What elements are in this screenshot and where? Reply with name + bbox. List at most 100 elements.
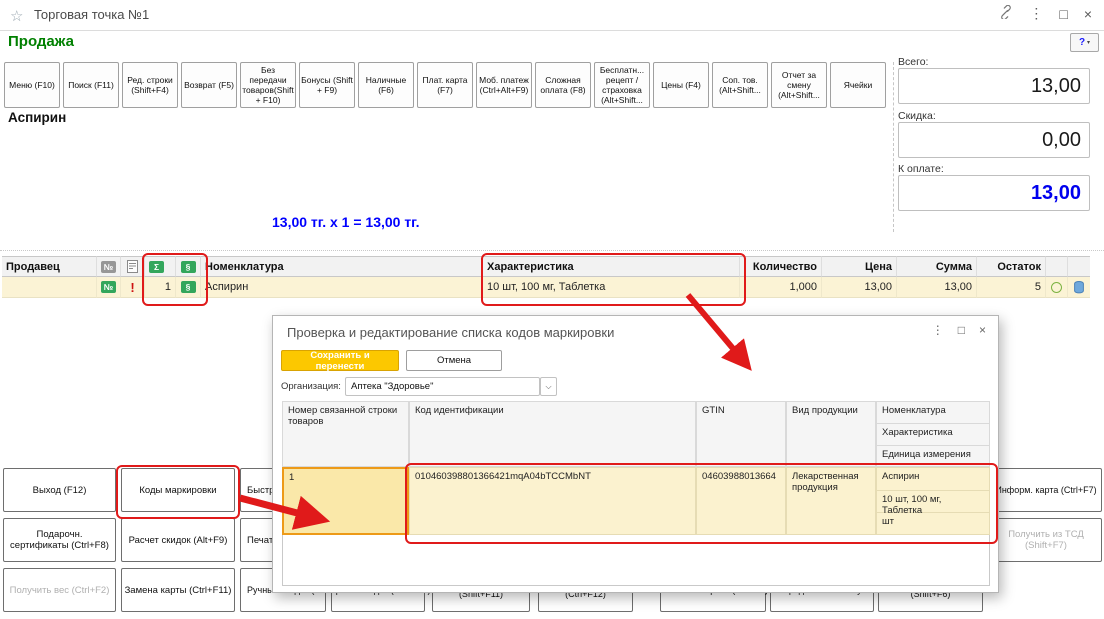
gift-certificates-button[interactable]: Подарочн. сертификаты (Ctrl+F8) xyxy=(3,518,116,562)
characteristic-subheader[interactable]: Характеристика xyxy=(877,424,989,446)
quantity-cell[interactable]: 1,000 xyxy=(740,277,822,298)
table-row[interactable]: № ! 1 § Аспирин 10 шт, 100 мг, Таблетка … xyxy=(2,277,1090,298)
discount-calc-button[interactable]: Расчет скидок (Alt+F9) xyxy=(121,518,235,562)
marking-codes-button[interactable]: Коды маркировки xyxy=(121,468,235,512)
gtin-cell[interactable]: 04603988013664 xyxy=(696,467,786,535)
modal-menu-icon[interactable]: ⋮ xyxy=(932,323,944,337)
menu-button[interactable]: Меню (F10) xyxy=(4,62,60,108)
nomenclature-value-cell[interactable]: Аспирин xyxy=(877,468,989,491)
unit-subheader[interactable]: Единица измерения xyxy=(877,446,989,467)
row-number-column-header[interactable]: № xyxy=(97,256,121,277)
free-prescription-button[interactable]: Бесплатн... рецепт / страховка (Alt+Shif… xyxy=(594,62,650,108)
amount-cell[interactable]: 13,00 xyxy=(897,277,977,298)
sum-column-header[interactable]: Σ xyxy=(145,256,176,277)
pos-window: ☆ Торговая точка №1 ⋮ □ × Продажа ? ▾ Ме… xyxy=(0,0,1104,619)
nomenclature-cell[interactable]: Аспирин xyxy=(201,277,483,298)
window-title: Торговая точка №1 xyxy=(34,7,149,22)
bonuses-button[interactable]: Бонусы (Shift + F9) xyxy=(299,62,355,108)
discount-label: Скидка: xyxy=(898,110,936,122)
help-icon: ? xyxy=(1079,37,1085,48)
document-column-header[interactable] xyxy=(121,256,145,277)
maximize-icon[interactable]: □ xyxy=(1059,6,1067,22)
characteristic-value-cell[interactable]: 10 шт, 100 мг, Таблетка xyxy=(877,491,989,514)
current-product-label: Аспирин xyxy=(8,110,66,125)
quantity-column-header[interactable]: Количество xyxy=(740,256,822,277)
modal-table-header: Номер связанной строки товаров Код идент… xyxy=(282,401,990,467)
complex-payment-button[interactable]: Сложная оплата (F8) xyxy=(535,62,591,108)
stacked-cells: Аспирин 10 шт, 100 мг, Таблетка шт xyxy=(876,467,990,535)
help-button[interactable]: ? ▾ xyxy=(1070,33,1099,52)
save-and-transfer-button[interactable]: Сохранить и перенести xyxy=(281,350,399,371)
modal-table-row[interactable]: 1 010460398801366421mqA04bTCCMbNT 046039… xyxy=(282,467,990,535)
due-field: 13,00 xyxy=(898,175,1090,211)
nomenclature-column-header[interactable]: Номенклатура xyxy=(201,256,483,277)
mobile-payment-button[interactable]: Моб. платеж (Ctrl+Alt+F9) xyxy=(476,62,532,108)
discount-value: 0,00 xyxy=(1042,129,1081,152)
shift-report-button[interactable]: Отчет за смену (Alt+Shift... xyxy=(771,62,827,108)
unit-value-cell[interactable]: шт xyxy=(877,513,989,535)
window-menu-icon[interactable]: ⋮ xyxy=(1029,5,1043,22)
discount-field: 0,00 xyxy=(898,122,1090,158)
row-number-cell[interactable]: № xyxy=(97,277,121,298)
tsd-button[interactable]: Получить из ТСД (Shift+F7) xyxy=(990,518,1102,562)
stock-db-icon xyxy=(1074,281,1084,294)
status-column-header[interactable] xyxy=(1046,256,1068,277)
line-number-cell[interactable]: 1 xyxy=(145,277,176,298)
cancel-button[interactable]: Отмена xyxy=(406,350,502,371)
id-code-cell[interactable]: 010460398801366421mqA04bTCCMbNT xyxy=(409,467,696,535)
amount-column-header[interactable]: Сумма xyxy=(897,256,977,277)
seller-column-header[interactable]: Продавец xyxy=(2,256,97,277)
link-icon[interactable] xyxy=(999,5,1013,22)
due-label: К оплате: xyxy=(898,163,944,175)
close-icon[interactable]: × xyxy=(1084,6,1092,22)
organization-select-button[interactable]: ⌵ xyxy=(540,377,557,396)
prices-button[interactable]: Цены (F4) xyxy=(653,62,709,108)
modal-maximize-icon[interactable]: □ xyxy=(958,323,965,337)
db-column-header[interactable] xyxy=(1068,256,1090,277)
sum-badge-icon: Σ xyxy=(149,261,164,273)
characteristic-column-header[interactable]: Характеристика xyxy=(483,256,740,277)
nomenclature-subheader[interactable]: Номенклатура xyxy=(877,402,989,424)
price-column-header[interactable]: Цена xyxy=(822,256,897,277)
id-code-column-header[interactable]: Код идентификации xyxy=(409,401,696,467)
linked-row-column-header[interactable]: Номер связанной строки товаров xyxy=(282,401,409,467)
product-type-column-header[interactable]: Вид продукции xyxy=(786,401,876,467)
related-goods-button[interactable]: Соп. тов. (Alt+Shift... xyxy=(712,62,768,108)
cells-button[interactable]: Ячейки xyxy=(830,62,886,108)
edit-row-button[interactable]: Ред. строки (Shift+F4) xyxy=(122,62,178,108)
alert-cell[interactable]: ! xyxy=(121,277,145,298)
marking-column-header[interactable]: § xyxy=(176,256,201,277)
marking-cell[interactable]: § xyxy=(176,277,201,298)
stock-column-header[interactable]: Остаток xyxy=(977,256,1046,277)
price-cell[interactable]: 13,00 xyxy=(822,277,897,298)
return-button[interactable]: Возврат (F5) xyxy=(181,62,237,108)
title-bar xyxy=(0,0,1104,31)
number-badge-icon: № xyxy=(101,281,116,293)
db-cell[interactable] xyxy=(1068,277,1090,298)
seller-cell[interactable] xyxy=(2,277,97,298)
linked-row-cell[interactable]: 1 xyxy=(282,467,409,535)
favorite-star-icon[interactable]: ☆ xyxy=(10,7,23,25)
organization-input[interactable]: Аптека "Здоровье" xyxy=(345,377,540,396)
stock-cell[interactable]: 5 xyxy=(977,277,1046,298)
page-title: Продажа xyxy=(8,33,74,50)
characteristic-cell[interactable]: 10 шт, 100 мг, Таблетка xyxy=(483,277,740,298)
gtin-column-header[interactable]: GTIN xyxy=(696,401,786,467)
card-replace-button[interactable]: Замена карты (Ctrl+F11) xyxy=(121,568,235,612)
exit-button[interactable]: Выход (F12) xyxy=(3,468,116,512)
info-card-button[interactable]: Информ. карта (Ctrl+F7) xyxy=(990,468,1102,512)
marking-codes-modal: Проверка и редактирование списка кодов м… xyxy=(272,315,999,593)
modal-table: Номер связанной строки товаров Код идент… xyxy=(282,401,990,535)
panel-separator xyxy=(893,62,894,232)
no-transfer-button[interactable]: Без передачи товаров(Shift + F10) xyxy=(240,62,296,108)
card-payment-button[interactable]: Плат. карта (F7) xyxy=(417,62,473,108)
window-controls: ⋮ □ × xyxy=(999,5,1092,22)
get-weight-button[interactable]: Получить вес (Ctrl+F2) xyxy=(3,568,116,612)
items-table: Продавец № Σ § Номенклатура Характеристи… xyxy=(2,256,1090,298)
product-type-cell[interactable]: Лекарственная продукция xyxy=(786,467,876,535)
search-button[interactable]: Поиск (F11) xyxy=(63,62,119,108)
due-value: 13,00 xyxy=(1031,182,1081,205)
modal-close-icon[interactable]: × xyxy=(979,323,986,337)
status-cell[interactable] xyxy=(1046,277,1068,298)
cash-button[interactable]: Наличные (F6) xyxy=(358,62,414,108)
